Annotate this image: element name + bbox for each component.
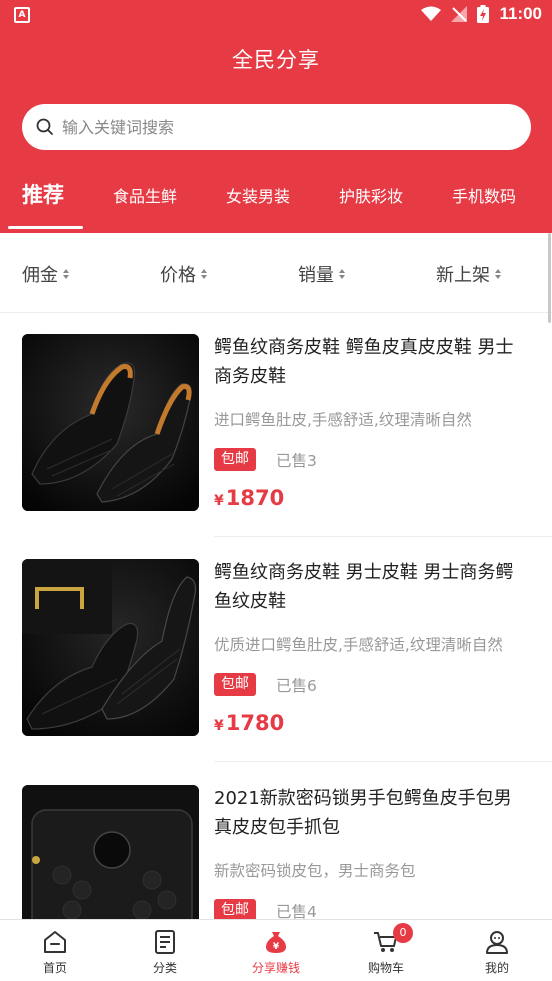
sort-arrows-icon: [339, 269, 345, 279]
tab-food[interactable]: 食品生鲜: [113, 168, 177, 228]
nav-label: 分类: [152, 961, 177, 975]
sort-label: 佣金: [22, 265, 58, 286]
sort-label: 新上架: [436, 265, 490, 286]
wifi-icon: [421, 6, 442, 21]
sort-commission[interactable]: 佣金: [22, 261, 69, 287]
sort-label: 销量: [298, 265, 334, 286]
product-card[interactable]: 鳄鱼纹商务皮鞋 鳄鱼皮真皮皮鞋 男士商务皮鞋 进口鳄鱼肚皮,手感舒适,纹理清晰自…: [0, 312, 552, 537]
tab-recommend[interactable]: 推荐: [22, 168, 64, 228]
search-icon: [36, 118, 53, 135]
battery-charging-icon: [477, 5, 490, 23]
sort-bar: 佣金 价格 销量 新上架: [0, 233, 552, 313]
currency-symbol: ¥: [214, 718, 224, 734]
nav-label: 分享赚钱: [251, 961, 300, 975]
product-image[interactable]: [22, 334, 199, 511]
sold-count: 已售3: [276, 452, 317, 470]
status-bar: A 11:00: [0, 0, 552, 32]
nav-label: 首页: [42, 961, 67, 975]
scrollbar[interactable]: [548, 233, 551, 323]
product-description: 新款密码锁皮包，男士商务包: [214, 862, 416, 880]
product-price: ¥ 1870: [214, 486, 284, 510]
product-description: 进口鳄鱼肚皮,手感舒适,纹理清晰自然: [214, 411, 472, 429]
tab-beauty[interactable]: 护肤彩妆: [339, 168, 403, 228]
currency-symbol: ¥: [214, 493, 224, 509]
nav-home[interactable]: 首页: [0, 920, 110, 981]
search-box[interactable]: [22, 104, 531, 150]
svg-text:¥: ¥: [273, 942, 280, 952]
home-icon: [44, 931, 66, 953]
category-tabs: 推荐 食品生鲜 女装男装 护肤彩妆 手机数码: [0, 168, 552, 233]
status-icons: 11:00: [421, 4, 542, 24]
divider: [214, 761, 552, 762]
category-icon: [155, 930, 175, 954]
money-bag-icon: ¥: [266, 932, 286, 953]
product-price: ¥ 1780: [214, 711, 284, 735]
free-shipping-badge: 包邮: [214, 448, 256, 471]
sort-arrows-icon: [201, 269, 207, 279]
sort-arrows-icon: [495, 269, 501, 279]
page-title: 全民分享: [232, 48, 320, 72]
price-value: 1780: [225, 711, 285, 735]
tab-digital[interactable]: 手机数码: [452, 168, 516, 228]
free-shipping-badge: 包邮: [214, 673, 256, 696]
no-signal-icon: [451, 6, 468, 22]
product-description: 优质进口鳄鱼肚皮,手感舒适,纹理清晰自然: [214, 636, 503, 654]
sort-newest[interactable]: 新上架: [436, 261, 501, 287]
sort-sales[interactable]: 销量: [298, 261, 345, 287]
status-time: 11:00: [499, 4, 542, 23]
sort-arrows-icon: [63, 269, 69, 279]
nav-share-earn[interactable]: ¥ 分享赚钱: [221, 920, 331, 981]
cart-count-badge: 0: [393, 923, 413, 943]
price-value: 1870: [225, 486, 285, 510]
product-image[interactable]: [22, 559, 199, 736]
bottom-nav: 首页 分类 ¥ 分享赚钱 0 购物车 我的: [0, 919, 552, 981]
active-tab-indicator: [8, 226, 83, 229]
sold-count: 已售6: [276, 677, 317, 695]
app-notification-icon: A: [14, 7, 30, 23]
product-card[interactable]: 鳄鱼纹商务皮鞋 男士皮鞋 男士商务鳄鱼纹皮鞋 优质进口鳄鱼肚皮,手感舒适,纹理清…: [0, 537, 552, 762]
nav-profile[interactable]: 我的: [442, 920, 552, 981]
product-title[interactable]: 鳄鱼纹商务皮鞋 鳄鱼皮真皮皮鞋 男士商务皮鞋: [214, 333, 526, 391]
product-title[interactable]: 2021新款密码锁男手包鳄鱼皮手包男真皮皮包手抓包: [214, 784, 526, 842]
nav-cart[interactable]: 0 购物车: [331, 920, 441, 981]
sort-price[interactable]: 价格: [160, 261, 207, 287]
sort-label: 价格: [160, 265, 196, 286]
nav-category[interactable]: 分类: [110, 920, 220, 981]
product-title[interactable]: 鳄鱼纹商务皮鞋 男士皮鞋 男士商务鳄鱼纹皮鞋: [214, 558, 526, 616]
tab-clothing[interactable]: 女装男装: [226, 168, 290, 228]
nav-label: 我的: [484, 961, 509, 975]
nav-label: 购物车: [367, 961, 404, 975]
header: A 11:00 全民分享 推荐 食品生鲜 女装男装 护肤彩妆 手机数码: [0, 0, 552, 233]
search-input[interactable]: [62, 117, 482, 137]
profile-icon: [486, 931, 508, 954]
